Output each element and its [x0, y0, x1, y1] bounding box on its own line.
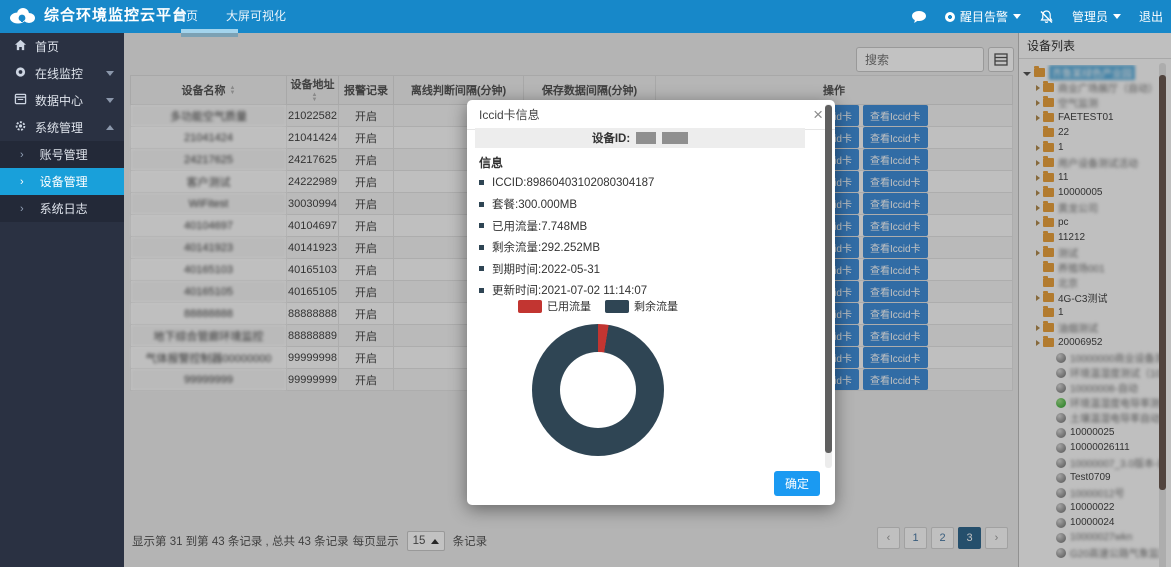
confirm-button[interactable]: 确定 [774, 471, 820, 496]
info-item-text: 已用流量:7.748MB [492, 218, 587, 234]
sidebar-item-label: 在线监控 [35, 65, 106, 82]
info-item: 到期时间:2022-05-31 [479, 258, 809, 280]
modal-scrollbar-thumb[interactable] [825, 105, 832, 453]
bullet-icon [479, 223, 484, 228]
left-sidebar: 首页在线监控数据中心系统管理 › 账号管理 › 设备管理 › 系统日志 [0, 33, 124, 567]
modal-scrollbar[interactable] [825, 104, 832, 468]
sidebar-item-5[interactable]: › 设备管理 [0, 168, 124, 195]
logout-button[interactable]: 退出 [1139, 8, 1163, 25]
alarm-ring-icon [945, 12, 955, 22]
data-icon [14, 93, 27, 108]
top-right-menu: 醒目告警 管理员 退出 [911, 0, 1163, 33]
info-item: 剩余流量:292.252MB [479, 237, 809, 259]
legend-swatch [518, 300, 542, 313]
monitor-icon [14, 66, 27, 81]
sidebar-item-label: 设备管理 [40, 173, 114, 190]
info-item-text: 更新时间:2021-07-02 11:14:07 [492, 282, 647, 298]
sidebar-item-label: 账号管理 [40, 146, 114, 163]
donut-chart [532, 324, 664, 456]
bell-slash-icon[interactable] [1039, 10, 1054, 24]
sidebar-item-2[interactable]: 数据中心 [0, 87, 124, 114]
sidebar-item-3[interactable]: 系统管理 [0, 114, 124, 141]
home-icon [14, 39, 27, 54]
bullet-icon [479, 245, 484, 250]
modal-header: Iccid卡信息 × [467, 100, 835, 130]
submenu-chevron-icon: › [20, 149, 24, 161]
device-id-bar: 设备ID: [475, 128, 805, 148]
sidebar-item-label: 首页 [35, 38, 114, 55]
sidebar-item-0[interactable]: 首页 [0, 33, 124, 60]
sidebar-item-4[interactable]: › 账号管理 [0, 141, 124, 168]
sidebar-item-label: 系统日志 [40, 200, 114, 217]
chevron-down-icon [1013, 14, 1021, 19]
app-root: 综合环境监控云平台 首页大屏可视化 醒目告警 管理员 [0, 0, 1171, 567]
modal-title: Iccid卡信息 [479, 106, 813, 123]
iccid-info-modal: Iccid卡信息 × 设备ID: 信息 ICCID:89860403102080… [467, 100, 835, 505]
info-item-text: 套餐:300.000MB [492, 196, 577, 212]
info-item-text: ICCID:89860403102080304187 [492, 177, 654, 189]
redacted-block [662, 132, 688, 144]
sidebar-item-label: 数据中心 [35, 92, 106, 109]
user-dropdown-label: 管理员 [1072, 8, 1108, 25]
chat-icon[interactable] [911, 10, 927, 24]
info-item: 套餐:300.000MB [479, 194, 809, 216]
user-dropdown[interactable]: 管理员 [1072, 8, 1121, 25]
logout-label: 退出 [1139, 8, 1163, 25]
submenu-chevron-icon: › [20, 176, 24, 188]
chevron-down-icon [1113, 14, 1121, 19]
bullet-icon [479, 288, 484, 293]
chevron-down-icon [106, 71, 114, 76]
info-list: ICCID:89860403102080304187 套餐:300.000MB 已用… [479, 172, 809, 301]
chevron-up-icon [106, 125, 114, 130]
bullet-icon [479, 180, 484, 185]
close-icon[interactable]: × [813, 106, 823, 123]
traffic-chart: 已用流量 剩余流量 [467, 298, 729, 456]
bullet-icon [479, 202, 484, 207]
alarm-dropdown-label: 醒目告警 [960, 8, 1008, 25]
sidebar-item-label: 系统管理 [35, 119, 106, 136]
alarm-dropdown[interactable]: 醒目告警 [945, 8, 1021, 25]
legend-label: 剩余流量 [634, 298, 678, 314]
top-header-bar: 综合环境监控云平台 首页大屏可视化 醒目告警 管理员 [0, 0, 1171, 33]
info-item: 已用流量:7.748MB [479, 215, 809, 237]
info-section-title: 信息 [479, 154, 503, 171]
legend-label: 已用流量 [547, 298, 591, 314]
submenu-chevron-icon: › [20, 203, 24, 215]
info-item-text: 到期时间:2022-05-31 [492, 261, 600, 277]
legend-item[interactable]: 已用流量 [518, 298, 591, 314]
chevron-down-icon [106, 98, 114, 103]
info-item-text: 剩余流量:292.252MB [492, 239, 600, 255]
sidebar-item-6[interactable]: › 系统日志 [0, 195, 124, 222]
sidebar-item-1[interactable]: 在线监控 [0, 60, 124, 87]
legend-item[interactable]: 剩余流量 [605, 298, 678, 314]
chart-legend: 已用流量 剩余流量 [467, 298, 729, 314]
device-id-label: 设备ID: [592, 130, 630, 146]
gear-icon [14, 120, 27, 135]
cloud-logo-icon [8, 6, 36, 24]
donut-hole [560, 352, 636, 428]
redacted-block [636, 132, 656, 144]
bullet-icon [479, 266, 484, 271]
info-item: ICCID:89860403102080304187 [479, 172, 809, 194]
legend-swatch [605, 300, 629, 313]
